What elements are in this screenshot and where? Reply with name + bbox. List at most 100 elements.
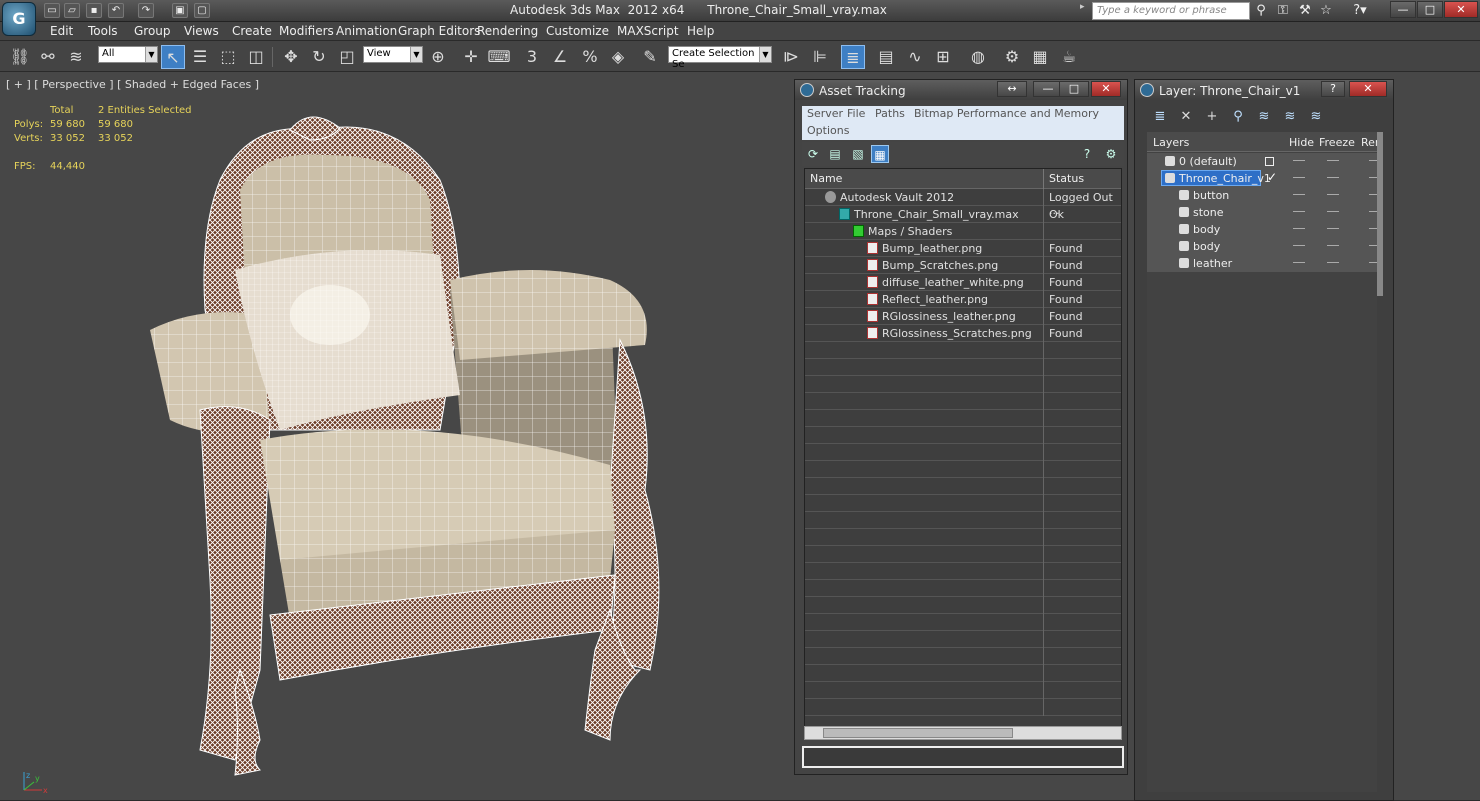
search-input[interactable]: Type a keyword or phrase <box>1092 2 1250 20</box>
edit-named-selection-icon[interactable]: ✎ <box>638 45 662 69</box>
hide-toggle[interactable] <box>1293 194 1305 195</box>
asset-horizontal-scrollbar[interactable] <box>804 726 1122 740</box>
table-row[interactable] <box>805 546 1121 563</box>
expand-arrow-icon[interactable]: ▸ <box>1080 2 1090 20</box>
table-row[interactable] <box>805 512 1121 529</box>
viewport-label[interactable]: [ + ] [ Perspective ] [ Shaded + Edged F… <box>6 78 259 91</box>
asset-close-button[interactable]: ✕ <box>1091 81 1121 97</box>
table-row[interactable] <box>805 376 1121 393</box>
select-by-name-icon[interactable]: ☰ <box>188 45 212 69</box>
layer-help-button[interactable]: ? <box>1321 81 1345 97</box>
close-button[interactable]: ✕ <box>1444 1 1478 18</box>
freeze-toggle[interactable] <box>1327 228 1339 229</box>
thumbnail-view-icon[interactable]: ▧ <box>849 145 867 163</box>
graphite-modeling-icon[interactable]: ▤ <box>874 45 898 69</box>
help-icon[interactable]: ?▾ <box>1348 3 1372 19</box>
unlink-icon[interactable]: ⚯ <box>36 45 60 69</box>
layer-row[interactable]: stone <box>1147 204 1381 221</box>
vault-help-icon[interactable]: ? <box>1078 145 1096 163</box>
hide-toggle[interactable] <box>1293 262 1305 263</box>
rendered-frame-window-icon[interactable]: ▦ <box>1028 45 1052 69</box>
layer-row[interactable]: body <box>1147 238 1381 255</box>
highlight-layer-icon[interactable]: ≋ <box>1255 108 1273 126</box>
render-setup-icon[interactable]: ⚙ <box>1000 45 1024 69</box>
render-teapot-icon[interactable]: ☕ <box>1057 45 1081 69</box>
table-row[interactable]: diffuse_leather_white.png Found <box>805 274 1121 291</box>
column-freeze[interactable]: Freeze <box>1319 136 1355 149</box>
rotate-icon[interactable]: ↻ <box>307 45 331 69</box>
material-editor-icon[interactable]: ◍ <box>966 45 990 69</box>
asset-menu-server[interactable]: Server <box>807 107 843 120</box>
hide-toggle[interactable] <box>1293 177 1305 178</box>
table-row[interactable] <box>805 580 1121 597</box>
table-row[interactable]: Autodesk Vault 2012 Logged Out ... <box>805 189 1121 217</box>
asset-menu-bitmap-performance[interactable]: Bitmap Performance and Memory <box>914 107 1099 120</box>
table-row[interactable] <box>805 563 1121 580</box>
table-row[interactable] <box>805 342 1121 359</box>
percent-snap-icon[interactable]: % <box>578 45 602 69</box>
dock-arrows-icon[interactable]: ↔ <box>997 81 1027 97</box>
menu-modifiers[interactable]: Modifiers <box>279 24 334 38</box>
spinner-snap-icon[interactable]: ◈ <box>606 45 630 69</box>
layer-close-button[interactable]: ✕ <box>1349 81 1387 97</box>
table-row[interactable] <box>805 529 1121 546</box>
menu-help[interactable]: Help <box>687 24 714 38</box>
layer-row[interactable]: button <box>1147 187 1381 204</box>
hide-toggle[interactable] <box>1293 245 1305 246</box>
table-row[interactable] <box>805 444 1121 461</box>
move-icon[interactable]: ✥ <box>279 45 303 69</box>
menu-create[interactable]: Create <box>232 24 272 38</box>
table-row[interactable]: Bump_leather.png Found <box>805 240 1121 257</box>
column-hide[interactable]: Hide <box>1289 136 1314 149</box>
table-row[interactable] <box>805 597 1121 614</box>
asset-maximize-button[interactable]: □ <box>1059 81 1089 97</box>
table-row[interactable] <box>805 495 1121 512</box>
table-row[interactable]: Reflect_leather.png Found <box>805 291 1121 308</box>
asset-menu-paths[interactable]: Paths <box>875 107 905 120</box>
schematic-view-icon[interactable]: ⊞ <box>931 45 955 69</box>
binoculars-icon[interactable]: ⚲ <box>1253 3 1269 19</box>
menu-tools[interactable]: Tools <box>88 24 118 38</box>
asset-menu-options[interactable]: Options <box>807 124 849 137</box>
layer-row[interactable]: leather <box>1147 255 1381 272</box>
list-view-icon[interactable]: ▤ <box>826 145 844 163</box>
select-manipulate-icon[interactable]: ✛ <box>459 45 483 69</box>
align-icon[interactable]: ⊫ <box>808 45 832 69</box>
favorites-star-icon[interactable]: ☆ <box>1318 3 1334 19</box>
menu-animation[interactable]: Animation <box>336 24 397 38</box>
asset-path-field[interactable] <box>802 746 1124 768</box>
freeze-toggle[interactable] <box>1327 160 1339 161</box>
layer-row[interactable]: body <box>1147 221 1381 238</box>
table-row[interactable] <box>805 614 1121 631</box>
mirror-icon[interactable]: ⧐ <box>779 45 803 69</box>
table-row[interactable]: Maps / Shaders <box>805 223 1121 240</box>
table-row[interactable] <box>805 461 1121 478</box>
create-layer-icon[interactable]: ≣ <box>1151 108 1169 126</box>
table-row[interactable]: Bump_Scratches.png Found <box>805 257 1121 274</box>
layer-row[interactable]: 0 (default) <box>1147 153 1381 170</box>
keyboard-shortcut-icon[interactable]: ⌨ <box>487 45 511 69</box>
angle-snap-icon[interactable]: ∠ <box>548 45 572 69</box>
save-icon[interactable]: ▪ <box>86 3 102 18</box>
hide-toggle[interactable] <box>1293 160 1305 161</box>
selection-filter-dropdown[interactable]: All ▼ <box>98 46 158 63</box>
open-file-icon[interactable]: ▱ <box>64 3 80 18</box>
menu-customize[interactable]: Customize <box>546 24 609 38</box>
table-row[interactable]: Throne_Chair_Small_vray.max Ok <box>805 206 1121 223</box>
table-row[interactable] <box>805 665 1121 682</box>
scrollbar-thumb[interactable] <box>823 728 1013 738</box>
table-row[interactable] <box>805 393 1121 410</box>
layer-row[interactable]: ✓ Throne_Chair_v1 <box>1147 170 1381 187</box>
table-row[interactable] <box>805 682 1121 699</box>
column-status[interactable]: Status <box>1049 172 1084 185</box>
table-row[interactable] <box>805 699 1121 716</box>
asset-menu-file[interactable]: File <box>847 107 865 120</box>
layer-titlebar[interactable]: Layer: Throne_Chair_v1 ? ✕ <box>1135 80 1393 100</box>
asset-tracking-titlebar[interactable]: Asset Tracking ↔ — □ ✕ <box>795 80 1127 100</box>
freeze-all-layers-icon[interactable]: ≋ <box>1307 108 1325 126</box>
project-folder-icon[interactable]: ▢ <box>194 3 210 18</box>
throne-chair-model[interactable] <box>140 110 700 780</box>
hide-all-layers-icon[interactable]: ≋ <box>1281 108 1299 126</box>
menu-graph-editors[interactable]: Graph Editors <box>398 24 480 38</box>
layer-manager-icon[interactable]: ≣ <box>841 45 865 69</box>
